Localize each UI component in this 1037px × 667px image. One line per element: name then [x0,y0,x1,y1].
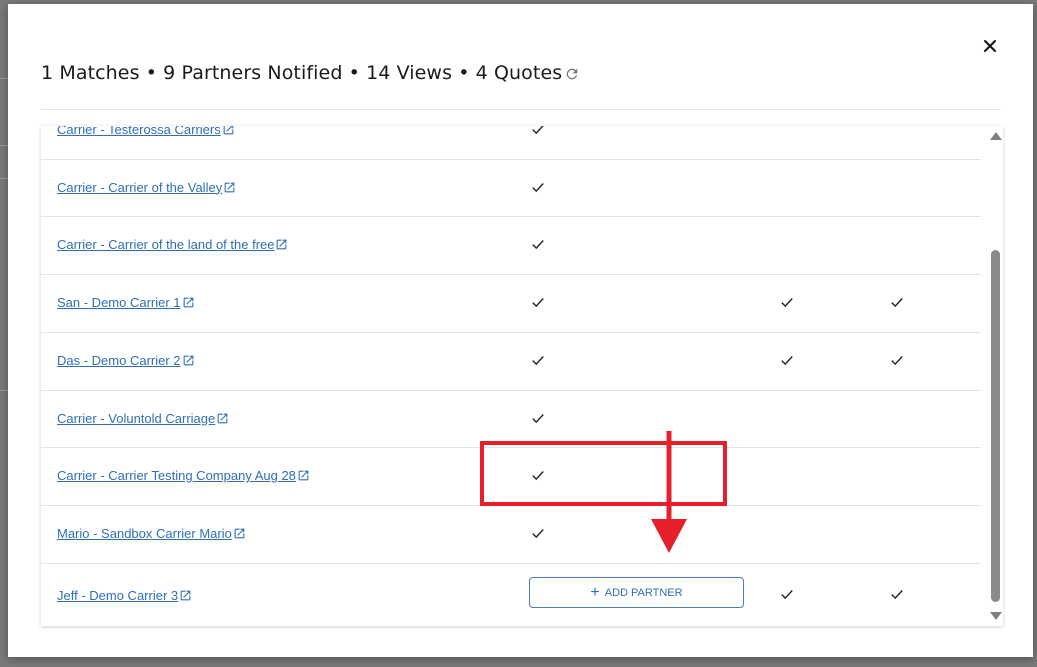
partners-table: Jeff - Demo Carrier 3 + ADD PARTNER Mario -… [41,126,1003,626]
check-icon [532,240,544,250]
check-icon [781,356,793,366]
partner-link[interactable]: Das - Demo Carrier 2 [57,353,195,368]
check-icon [532,356,544,366]
partner-name: Carrier - Testerossa Carriers [57,126,221,137]
external-link-icon [183,355,193,366]
header-divider [41,109,1001,110]
external-link-icon [298,470,309,481]
close-icon[interactable] [980,36,1000,56]
table-row: Carrier - Carrier Testing Company Aug 28 [41,447,981,506]
external-link-icon [183,297,193,308]
add-partner-label: ADD PARTNER [604,586,683,599]
partner-link[interactable]: Carrier - Carrier of the land of the fre… [57,237,288,252]
table-row: Das - Demo Carrier 2 [41,332,981,391]
refresh-icon[interactable] [564,66,580,82]
scrollbar-thumb[interactable] [991,250,1000,602]
page-title: 1 Matches • 9 Partners Notified • 14 Vie… [41,62,563,84]
check-icon [532,529,544,539]
table-row: Carrier - Testerossa Carriers [41,126,981,160]
plus-icon: + [590,583,600,601]
check-icon [532,471,544,481]
partner-name: Das - Demo Carrier 2 [57,353,181,368]
partner-link[interactable]: Carrier - Testerossa Carriers [57,126,235,137]
table-row: Carrier - Voluntold Carriage [41,390,981,448]
add-partner-button[interactable]: + ADD PARTNER [529,577,744,608]
external-link-icon [217,413,228,423]
partner-name: San - Demo Carrier 1 [57,295,181,310]
partner-link[interactable]: Carrier - Carrier of the Valley [57,180,236,195]
partner-link[interactable]: Mario - Sandbox Carrier Mario [57,526,246,541]
external-link-icon [224,182,235,192]
external-link-icon [277,239,287,250]
external-link-icon [223,126,234,135]
check-icon [891,590,903,600]
table-row: Jeff - Demo Carrier 3 + ADD PARTNER [41,563,981,626]
scrollbar[interactable] [987,126,1003,626]
check-icon [891,356,903,366]
partner-link[interactable]: Carrier - Voluntold Carriage [57,411,229,426]
partners-modal: 1 Matches • 9 Partners Notified • 14 Vie… [8,4,1033,657]
external-link-icon [180,590,191,600]
check-icon [891,298,903,308]
check-icon [532,126,544,135]
scroll-up-arrow-icon[interactable] [990,132,1002,140]
partner-name: Carrier - Voluntold Carriage [57,410,216,426]
table-row: Carrier - Carrier of the Valley [41,159,981,217]
check-icon [532,298,544,308]
partner-name: Carrier - Carrier of the land of the fre… [57,237,275,252]
table-row: Carrier - Carrier of the land of the fre… [41,216,981,275]
down-arrow-annotation [651,431,687,553]
partner-link[interactable]: San - Demo Carrier 1 [57,295,195,310]
check-icon [532,413,544,423]
partner-name: Jeff - Demo Carrier 3 [57,587,179,603]
partner-name: Carrier - Carrier of the Valley [57,179,223,195]
partner-link[interactable]: Carrier - Carrier Testing Company Aug 28 [57,468,310,483]
check-icon [781,298,793,308]
scroll-down-arrow-icon[interactable] [990,612,1002,620]
partner-name: Carrier - Carrier Testing Company Aug 28 [57,468,296,483]
check-icon [781,590,793,600]
partner-name: Mario - Sandbox Carrier Mario [57,526,232,541]
table-row: San - Demo Carrier 1 [41,274,981,333]
check-icon [532,182,544,192]
external-link-icon [234,528,245,539]
table-row: Mario - Sandbox Carrier Mario [41,505,981,564]
partner-link[interactable]: Jeff - Demo Carrier 3 [57,588,192,603]
